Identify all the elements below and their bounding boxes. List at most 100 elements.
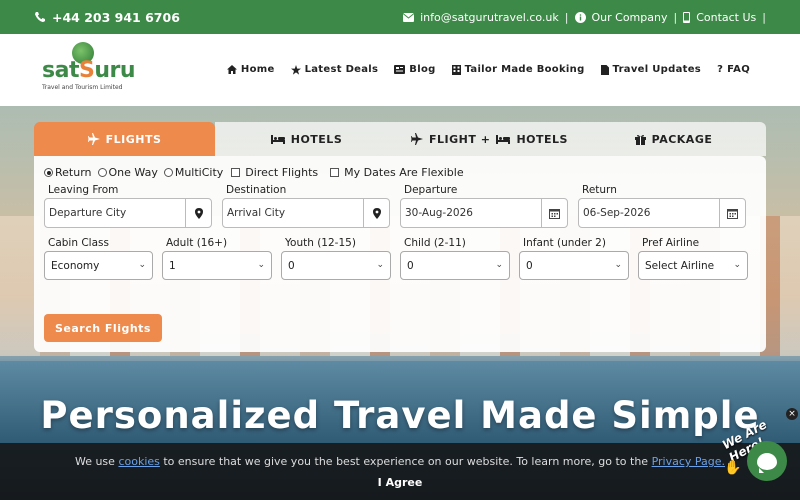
chevron-down-icon: ⌄ xyxy=(733,260,741,270)
search-tabs: FLIGHTS HOTELS FLIGHT + HOTELS PACKAGE xyxy=(34,122,766,156)
child-value: 0 xyxy=(407,259,414,272)
youth-select[interactable]: 0 ⌄ xyxy=(281,251,391,280)
checkbox-unchecked xyxy=(330,168,340,177)
nav-latest-deals[interactable]: Latest Deals xyxy=(290,64,379,75)
site-logo[interactable]: satSuru Travel and Tourism Limited xyxy=(42,42,136,98)
logo-wordmark: satSuru xyxy=(42,58,136,83)
nav-faq-label: FAQ xyxy=(727,64,750,75)
pref-airline-value: Select Airline xyxy=(645,259,715,272)
map-marker-icon xyxy=(185,199,211,227)
nav-travel-updates-label: Travel Updates xyxy=(612,64,702,75)
our-company-link[interactable]: Our Company xyxy=(592,11,668,24)
multicity-radio[interactable]: MultiCity xyxy=(163,166,224,179)
radio-selected xyxy=(44,168,53,177)
checkbox-unchecked xyxy=(231,168,241,177)
tab-hotels[interactable]: HOTELS xyxy=(215,122,398,156)
plane-icon xyxy=(87,133,100,145)
calendar-icon[interactable] xyxy=(719,199,745,227)
adult-label: Adult (16+) xyxy=(166,237,228,249)
search-flights-button[interactable]: Search Flights xyxy=(44,314,162,342)
return-date-input[interactable]: 06-Sep-2026 xyxy=(578,198,746,228)
tab-hotels-label: HOTELS xyxy=(290,132,343,146)
pref-airline-select[interactable]: Select Airline ⌄ xyxy=(638,251,748,280)
return-radio[interactable]: Return xyxy=(44,166,92,179)
chevron-down-icon: ⌄ xyxy=(138,260,146,270)
youth-label: Youth (12-15) xyxy=(285,237,356,249)
building-icon xyxy=(451,64,461,75)
nav-faq[interactable]: ? FAQ xyxy=(717,64,750,75)
nav-home-label: Home xyxy=(240,64,275,75)
top-bar: +44 203 941 6706 info@satgurutravel.co.u… xyxy=(0,0,800,34)
child-label: Child (2-11) xyxy=(404,237,466,249)
gift-icon xyxy=(634,134,646,145)
pref-airline-label: Pref Airline xyxy=(642,237,700,249)
chat-button[interactable] xyxy=(747,441,787,481)
direct-flights-label: Direct Flights xyxy=(245,166,319,179)
tab-flight-hotels[interactable]: FLIGHT + HOTELS xyxy=(398,122,581,156)
calendar-icon[interactable] xyxy=(541,199,567,227)
youth-value: 0 xyxy=(288,259,295,272)
logo-tagline: Travel and Tourism Limited xyxy=(42,84,123,91)
infant-select[interactable]: 0 ⌄ xyxy=(519,251,629,280)
trip-options: Return One Way MultiCity Direct Flights … xyxy=(44,166,464,179)
arrival-city-placeholder: Arrival City xyxy=(227,207,286,219)
adult-select[interactable]: 1 ⌄ xyxy=(162,251,272,280)
cookie-banner: We use cookies to ensure that we give yo… xyxy=(0,443,800,500)
departure-city-input[interactable]: Departure City xyxy=(44,198,212,228)
tab-package-label: PACKAGE xyxy=(651,132,713,146)
separator: | xyxy=(673,10,678,24)
infant-value: 0 xyxy=(526,259,533,272)
tab-flights[interactable]: FLIGHTS xyxy=(34,122,215,156)
phone-link[interactable]: +44 203 941 6706 xyxy=(34,10,180,25)
nav-blog[interactable]: Blog xyxy=(394,64,435,75)
return-label: Return xyxy=(582,184,617,196)
nav-travel-updates[interactable]: Travel Updates xyxy=(600,64,702,75)
tab-flight-hotels-label: FLIGHT + xyxy=(429,132,491,146)
direct-flights-checkbox[interactable]: Direct Flights xyxy=(229,166,318,179)
one-way-radio[interactable]: One Way xyxy=(97,166,158,179)
envelope-icon xyxy=(403,12,415,22)
info-icon xyxy=(574,11,586,23)
departure-date-value: 30-Aug-2026 xyxy=(405,207,473,219)
leaving-from-label: Leaving From xyxy=(48,184,119,196)
separator: | xyxy=(762,10,766,24)
hero-headline: Personalized Travel Made Simple xyxy=(40,394,760,437)
nav-home[interactable]: Home xyxy=(226,64,275,75)
adult-value: 1 xyxy=(169,259,176,272)
waving-hand-icon: ✋ xyxy=(724,460,742,476)
map-marker-icon xyxy=(363,199,389,227)
radio-unselected xyxy=(163,168,173,177)
child-select[interactable]: 0 ⌄ xyxy=(400,251,510,280)
nav-tailor-made-label: Tailor Made Booking xyxy=(464,64,585,75)
tab-package[interactable]: PACKAGE xyxy=(581,122,766,156)
chevron-down-icon: ⌄ xyxy=(614,260,622,270)
departure-date-input[interactable]: 30-Aug-2026 xyxy=(400,198,568,228)
i-agree-button[interactable]: I Agree xyxy=(362,476,438,489)
chevron-down-icon: ⌄ xyxy=(376,260,384,270)
question-icon: ? xyxy=(717,64,724,75)
nav-tailor-made[interactable]: Tailor Made Booking xyxy=(451,64,585,75)
radio-unselected xyxy=(97,168,107,177)
chevron-down-icon: ⌄ xyxy=(257,260,265,270)
flexible-dates-checkbox[interactable]: My Dates Are Flexible xyxy=(324,166,464,179)
close-icon[interactable]: × xyxy=(786,408,798,420)
infant-label: Infant (under 2) xyxy=(523,237,606,249)
file-icon xyxy=(600,64,609,75)
cookie-message: We use cookies to ensure that we give yo… xyxy=(74,455,726,468)
star-icon xyxy=(290,64,301,75)
departure-label: Departure xyxy=(404,184,458,196)
email-link[interactable]: info@satgurutravel.co.uk xyxy=(420,11,559,24)
plane-icon xyxy=(411,133,424,145)
multicity-radio-label: MultiCity xyxy=(174,166,224,179)
arrival-city-input[interactable]: Arrival City xyxy=(222,198,390,228)
contact-us-link[interactable]: Contact Us xyxy=(696,11,756,24)
privacy-page-link[interactable]: Privacy Page. xyxy=(652,455,725,468)
site-header: satSuru Travel and Tourism Limited Home … xyxy=(0,34,800,106)
one-way-radio-label: One Way xyxy=(108,166,158,179)
phone-number: +44 203 941 6706 xyxy=(52,9,180,25)
bed-icon xyxy=(270,134,285,144)
cabin-class-select[interactable]: Economy ⌄ xyxy=(44,251,153,280)
cookies-link[interactable]: cookies xyxy=(118,455,159,468)
return-radio-label: Return xyxy=(55,166,92,179)
chat-bubble-icon xyxy=(757,452,777,473)
